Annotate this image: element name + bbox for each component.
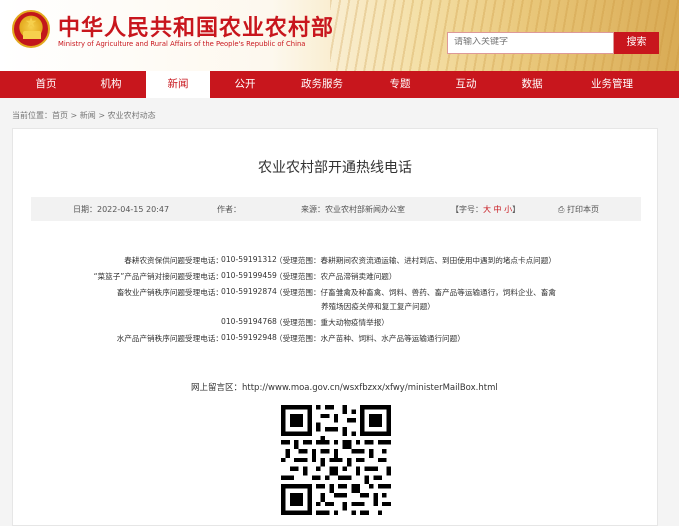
hotline-label: 水产品产销秩序问题受理电话： xyxy=(116,334,223,343)
hotline-row: 春耕农资保供问题受理电话： 010-59191312 （受理范围：春耕期间农资流… xyxy=(13,255,659,267)
hotline-row: 010-59194768 （受理范围：重大动物疫情举报） xyxy=(13,317,659,329)
nav-item-business[interactable]: 业务管理 xyxy=(576,71,648,98)
qr-code-icon xyxy=(281,405,391,515)
hotline-row: 养殖场因疫关停和复工复产问题） xyxy=(13,301,659,313)
breadcrumb[interactable]: 当前位置：首页 > 新闻 > 农业农村动态 xyxy=(12,110,156,121)
hotline-scope: （受理范围：春耕期间农资流通运输、进村到店、到田使用中遇到的堵点卡点问题） xyxy=(275,256,556,265)
article-date: 日期：2022-04-15 20:47 xyxy=(73,205,170,214)
article-title: 农业农村部开通热线电话 xyxy=(258,160,412,176)
hotline-row: 畜牧业产销秩序问题受理电话： 010-59192874 （受理范围：仔畜雏禽及种… xyxy=(13,287,659,299)
printer-icon: ⎙ xyxy=(558,205,565,214)
hotline-scope: 养殖场因疫关停和复工复产问题） xyxy=(321,302,435,311)
nav-item-organization[interactable]: 机构 xyxy=(80,71,142,98)
nav-item-news[interactable]: 新闻 xyxy=(146,71,210,98)
main-nav: 首页 机构 新闻 公开 政务服务 专题 互动 数据 业务管理 xyxy=(0,71,679,98)
font-size-suffix: 】 xyxy=(512,205,521,214)
print-label: 打印本页 xyxy=(566,205,599,214)
hotline-phone: 010-59192948 xyxy=(221,333,277,342)
article-meta-bar: 日期：2022-04-15 20:47 作者： 来源：农业农村部新闻办公室 【字… xyxy=(31,197,641,221)
hotline-phone: 010-59192874 xyxy=(221,287,277,296)
search-box[interactable] xyxy=(447,32,614,54)
hotline-scope: （受理范围：水产苗种、饲料、水产品等运输通行问题） xyxy=(275,334,465,343)
hotline-scope: （受理范围：农产品滞销卖难问题） xyxy=(275,272,397,281)
site-title[interactable]: 中华人民共和国农业农村部 xyxy=(58,10,334,42)
font-size-control: 【字号：大 中 小】 xyxy=(451,204,520,215)
hotline-phone: 010-59199459 xyxy=(221,271,277,280)
font-size-medium[interactable]: 中 xyxy=(494,205,502,214)
hotline-scope: （受理范围：重大动物疫情举报） xyxy=(275,318,389,327)
nav-item-services[interactable]: 政务服务 xyxy=(286,71,358,98)
site-header: ★ 中华人民共和国农业农村部 Ministry of Agriculture a… xyxy=(0,0,679,71)
national-emblem-icon[interactable]: ★ xyxy=(12,10,50,48)
article-author: 作者： xyxy=(217,205,241,214)
font-size-small[interactable]: 小 xyxy=(504,205,512,214)
font-size-large[interactable]: 大 xyxy=(483,205,491,214)
site-subtitle: Ministry of Agriculture and Rural Affair… xyxy=(58,40,306,48)
print-link[interactable]: ⎙ 打印本页 xyxy=(558,204,599,215)
article-source: 来源：农业农村部新闻办公室 xyxy=(301,205,405,214)
nav-item-topics[interactable]: 专题 xyxy=(372,71,428,98)
hotline-label: 畜牧业产销秩序问题受理电话： xyxy=(116,288,223,297)
hotline-phone: 010-59194768 xyxy=(221,317,277,326)
nav-item-public[interactable]: 公开 xyxy=(216,71,274,98)
search-button[interactable]: 搜索 xyxy=(614,32,659,54)
search-input[interactable] xyxy=(454,37,607,47)
nav-item-data[interactable]: 数据 xyxy=(504,71,560,98)
mailbox-link[interactable]: 网上留言区：http://www.moa.gov.cn/wsxfbzxx/xfw… xyxy=(191,381,498,393)
nav-item-home[interactable]: 首页 xyxy=(18,71,74,98)
hotline-row: “菜篮子”产品产销对接问题受理电话： 010-59199459 （受理范围：农产… xyxy=(13,271,659,283)
nav-item-interaction[interactable]: 互动 xyxy=(438,71,494,98)
font-size-prefix: 【字号： xyxy=(451,205,483,214)
hotline-label: “菜篮子”产品产销对接问题受理电话： xyxy=(93,272,223,281)
hotline-scope: （受理范围：仔畜雏禽及种畜禽、饲料、兽药、畜产品等运输通行，饲料企业、畜禽 xyxy=(275,288,556,297)
hotline-phone: 010-59191312 xyxy=(221,255,277,264)
hotline-row: 水产品产销秩序问题受理电话： 010-59192948 （受理范围：水产苗种、饲… xyxy=(13,333,659,345)
article-panel: 农业农村部开通热线电话 日期：2022-04-15 20:47 作者： 来源：农… xyxy=(12,128,658,526)
hotline-label: 春耕农资保供问题受理电话： xyxy=(124,256,223,265)
